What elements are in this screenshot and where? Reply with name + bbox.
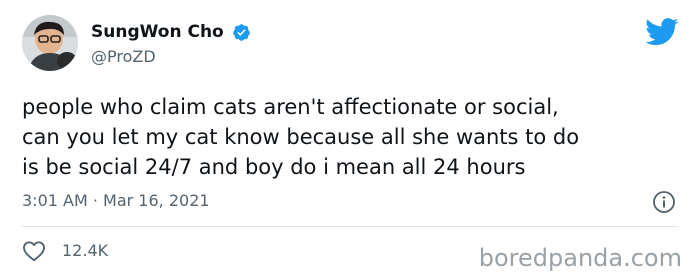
tweet-card: SungWon Cho @ProZD people who claim cats… bbox=[0, 0, 700, 280]
info-icon[interactable] bbox=[652, 190, 676, 214]
user-handle[interactable]: @ProZD bbox=[91, 47, 156, 67]
twitter-bird-icon[interactable] bbox=[645, 18, 679, 46]
divider bbox=[22, 226, 678, 227]
avatar[interactable] bbox=[22, 15, 78, 71]
heart-icon[interactable] bbox=[22, 240, 46, 262]
watermark: boredpanda.com bbox=[478, 244, 682, 272]
verified-badge-icon bbox=[233, 24, 250, 41]
like-count: 12.4K bbox=[62, 241, 109, 260]
tweet-timestamp[interactable]: 3:01 AM · Mar 16, 2021 bbox=[22, 190, 210, 212]
display-name[interactable]: SungWon Cho bbox=[91, 22, 224, 42]
tweet-text: people who claim cats aren't affectionat… bbox=[22, 95, 580, 179]
